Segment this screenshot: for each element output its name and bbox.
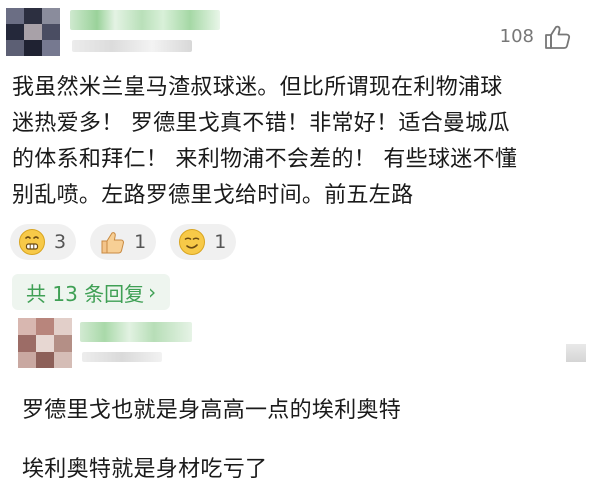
comment-line: 迷热爱多！ 罗德里戈真不错！非常好！适合曼城瓜 — [12, 111, 510, 136]
like-button[interactable] — [566, 344, 586, 362]
username[interactable] — [70, 10, 220, 30]
view-replies-button[interactable]: 共 13 条回复 › — [12, 274, 171, 310]
smirk-emoji-icon — [179, 229, 206, 255]
comment-line: 我虽然米兰皇马渣叔球迷。但比所谓现在利物浦球 — [12, 75, 503, 100]
thumbs-up-icon — [101, 232, 125, 254]
reaction-thumbs-up[interactable]: 1 — [90, 224, 157, 260]
reaction-count: 1 — [134, 231, 147, 253]
avatar[interactable] — [6, 8, 60, 56]
thumbs-up-icon[interactable] — [544, 24, 574, 50]
comment-meta — [82, 352, 162, 362]
reply-line: 罗德里戈也就是身高高一点的埃利奥特 — [22, 398, 402, 423]
chevron-right-icon: › — [148, 280, 157, 304]
comment-meta — [72, 40, 192, 52]
like-count: 108 — [499, 26, 534, 47]
username[interactable] — [80, 322, 192, 342]
comment-line: 别乱喷。左路罗德里戈给时间。前五左路 — [12, 183, 414, 208]
comment-line: 的体系和拜仁！ 来利物浦不会差的！ 有些球迷不懂 — [12, 147, 518, 172]
reaction-bar: 3 1 1 — [10, 224, 237, 260]
reaction-smirk[interactable]: 1 — [170, 224, 237, 260]
grimace-emoji-icon — [19, 229, 45, 255]
avatar[interactable] — [18, 318, 72, 368]
reply-line: 埃利奥特就是身材吃亏了 — [22, 457, 268, 482]
reaction-count: 1 — [214, 231, 227, 253]
reaction-count: 3 — [54, 231, 67, 253]
view-replies-label: 共 13 条回复 — [26, 281, 145, 306]
reaction-grimace[interactable]: 3 — [10, 224, 77, 260]
comment-body: 我虽然米兰皇马渣叔球迷。但比所谓现在利物浦球 迷热爱多！ 罗德里戈真不错！非常好… — [12, 70, 596, 214]
